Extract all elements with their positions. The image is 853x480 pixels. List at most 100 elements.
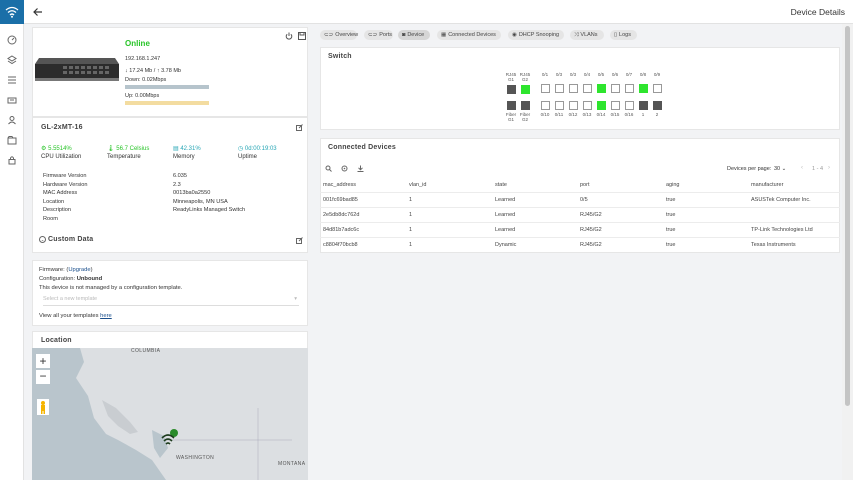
switch-port[interactable] — [653, 84, 662, 93]
next-page-icon[interactable]: › — [828, 165, 830, 171]
per-page-select[interactable]: 30 ⌄ — [774, 166, 786, 172]
folder-icon[interactable] — [0, 130, 24, 150]
table-cell: TP-Link Technologies Ltd — [751, 227, 813, 233]
switch-port[interactable] — [555, 84, 564, 93]
up-arrow-icon: ↑ — [156, 68, 160, 74]
table-row[interactable]: 001fc69bad85 1 Learned 0/5 true ASUSTek Compu… — [320, 192, 840, 207]
tab-vlans[interactable]: ⤨ VLANs — [570, 30, 604, 40]
switch-port[interactable] — [597, 84, 606, 93]
device-ip: 192.168.1.247 — [125, 56, 161, 62]
custom-data-edit-icon[interactable] — [296, 237, 303, 246]
port-label-top: 0/9 — [653, 72, 661, 77]
table-cell: Learned — [495, 197, 516, 203]
table-cell: 1 — [409, 197, 413, 203]
dashboard-icon[interactable] — [0, 30, 24, 50]
device-info-card: GL-2xMT-16 ⚙ 5.5514% CPU Utilization 🌡 5… — [32, 117, 308, 253]
tab-device[interactable]: ◙ Device — [398, 30, 430, 40]
switch-port[interactable] — [521, 101, 530, 110]
column-aging[interactable]: aging — [666, 182, 679, 188]
column-mac-address[interactable]: mac_address — [323, 182, 356, 188]
custom-data-header[interactable]: ⌄ Custom Data — [39, 236, 93, 243]
cpu-icon: ⚙ — [41, 146, 47, 152]
table-row[interactable]: 2e5db8dc762d 1 Learned RJ45/G2 true — [320, 207, 840, 222]
wifi-logo-icon[interactable] — [0, 0, 24, 24]
column-manufacturer[interactable]: manufacturer — [751, 182, 783, 188]
router-icon[interactable] — [0, 90, 24, 110]
settings-icon[interactable] — [341, 165, 348, 174]
upgrade-link[interactable]: Upgrade — [68, 267, 90, 273]
page-range: 1 - 4 — [812, 166, 824, 172]
tab-overview[interactable]: ⊂⊃ Overview — [320, 30, 358, 40]
location-map[interactable]: + − COLUMBIA WASHINGTON MONTANA — [32, 348, 308, 480]
table-cell: 1 — [409, 227, 413, 233]
stat-uptime: ◷ 0d:00:19:03 Uptime — [238, 146, 277, 160]
templates-line: View all your templates here — [39, 313, 112, 319]
zoom-in-button[interactable]: + — [36, 354, 50, 368]
switch-port[interactable] — [583, 84, 592, 93]
switch-port[interactable] — [569, 101, 578, 110]
street-view-pegman-icon[interactable] — [37, 399, 49, 415]
switch-port[interactable] — [625, 101, 634, 110]
back-arrow-icon[interactable] — [32, 6, 44, 18]
table-cell: true — [666, 242, 676, 248]
tab-dhcp-snooping[interactable]: ◉ DHCP Snooping — [508, 30, 564, 40]
chevron-down-icon[interactable]: ⌄ — [39, 236, 46, 243]
table-row[interactable]: c8804f70bcb8 1 Dynamic RJ45/G2 true Texas Ins… — [320, 237, 840, 252]
templates-link[interactable]: here — [100, 313, 112, 319]
save-icon[interactable] — [298, 32, 306, 42]
page-title: Device Details — [790, 7, 845, 17]
traffic-rates: ↓ 17.24 Mb / ↑ 3.78 Mb — [125, 68, 181, 74]
scrollbar-thumb[interactable] — [845, 26, 850, 406]
switch-port[interactable] — [639, 101, 648, 110]
switch-port[interactable] — [583, 101, 592, 110]
map-label-washington: WASHINGTON — [176, 455, 215, 461]
prev-page-icon[interactable]: ‹ — [801, 165, 803, 171]
switch-port[interactable] — [625, 84, 634, 93]
tab-ports[interactable]: ⊂⊃ Ports — [364, 30, 393, 40]
column-state[interactable]: state — [495, 182, 507, 188]
zoom-out-button[interactable]: − — [36, 370, 50, 384]
layers-icon[interactable] — [0, 50, 24, 70]
table-row[interactable]: 84d81b7adc6c 1 Learned RJ45/G2 true TP-Link T… — [320, 222, 840, 237]
table-cell: Dynamic — [495, 242, 517, 248]
switch-image — [33, 54, 121, 84]
switch-port[interactable] — [521, 85, 530, 94]
switch-port[interactable] — [639, 84, 648, 93]
list-icon[interactable] — [0, 70, 24, 90]
download-icon[interactable] — [357, 165, 364, 174]
memory-icon: ▤ — [173, 146, 179, 152]
switch-port[interactable] — [507, 85, 516, 94]
clock-icon: ◷ — [238, 146, 244, 152]
switch-port[interactable] — [555, 101, 564, 110]
tab-logs[interactable]: ▯ Logs — [610, 30, 637, 40]
column-vlan-id[interactable]: vlan_id — [409, 182, 426, 188]
power-icon[interactable] — [285, 32, 293, 42]
down-arrow-icon: ↓ — [125, 68, 128, 74]
column-port[interactable]: port — [580, 182, 589, 188]
switch-port[interactable] — [541, 84, 550, 93]
switch-port[interactable] — [653, 101, 662, 110]
template-select[interactable]: Select a new template ▾ — [43, 296, 299, 306]
search-icon[interactable] — [325, 165, 332, 174]
switch-port[interactable] — [569, 84, 578, 93]
dropdown-caret-icon: ⌄ — [781, 166, 787, 172]
switch-port[interactable] — [597, 101, 606, 110]
tab-connected-devices[interactable]: ▦ Connected Devices — [437, 30, 501, 40]
info-list: Firmware Version 6.035 Hardware Version 2.… — [43, 173, 246, 222]
switch-port[interactable] — [507, 101, 516, 110]
lock-icon[interactable] — [0, 150, 24, 170]
firmware-line: Firmware: (Upgrade) — [39, 267, 93, 273]
top-bar: Device Details — [24, 0, 853, 24]
table-cell: 001fc69bad85 — [323, 197, 358, 203]
switch-port[interactable] — [611, 84, 620, 93]
edit-icon[interactable] — [296, 124, 303, 133]
page-scrollbar[interactable] — [842, 24, 853, 480]
table-cell: ASUSTek Computer Inc. — [751, 197, 811, 203]
device-icon: ◙ — [402, 32, 406, 38]
switch-port[interactable] — [611, 101, 620, 110]
down-bar — [125, 85, 209, 89]
user-icon[interactable] — [0, 110, 24, 130]
switch-port[interactable] — [541, 101, 550, 110]
device-location-marker-icon[interactable] — [160, 428, 180, 448]
thermometer-icon: 🌡 — [107, 146, 115, 152]
